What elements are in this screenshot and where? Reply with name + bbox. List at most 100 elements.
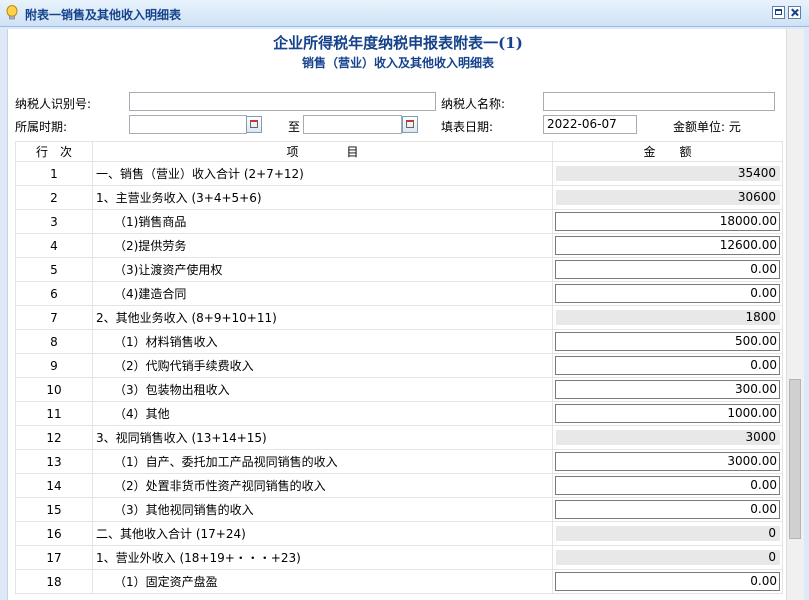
table-row: 18 （1）固定资产盘盈 0.00 (15, 569, 783, 594)
amount-input[interactable]: 0.00 (555, 260, 780, 279)
header-amount: 金 额 (552, 141, 783, 162)
row-number: 10 (15, 377, 93, 402)
row-item-label: （4）其他 (92, 401, 553, 426)
row-item-label: （1)销售商品 (92, 209, 553, 234)
table-row: 15 （3）其他视同销售的收入 0.00 (15, 497, 783, 522)
row-item-label: 二、其他收入合计 (17+24) (92, 521, 553, 546)
fill-date-input[interactable]: 2022-06-07 (543, 115, 637, 134)
row-amount-cell: 0 (552, 545, 783, 570)
taxpayer-id-input[interactable] (129, 92, 436, 111)
table-row: 5 （3)让渡资产使用权 0.00 (15, 257, 783, 282)
table-row: 4 （2)提供劳务 12600.00 (15, 233, 783, 258)
row-number: 3 (15, 209, 93, 234)
row-number: 6 (15, 281, 93, 306)
period-to-input[interactable] (303, 115, 402, 134)
row-item-label: 2、其他业务收入 (8+9+10+11) (92, 305, 553, 330)
row-number: 17 (15, 545, 93, 570)
row-amount-cell: 3000.00 (552, 449, 783, 474)
table-row: 3 （1)销售商品 18000.00 (15, 209, 783, 234)
row-item-label: 3、视同销售收入 (13+14+15) (92, 425, 553, 450)
row-item-label: （1）固定资产盘盈 (92, 569, 553, 594)
form-title: 企业所得税年度纳税申报表附表一(1) (273, 34, 523, 52)
row-amount-cell: 500.00 (552, 329, 783, 354)
amount-input[interactable]: 0.00 (555, 572, 780, 591)
row-number: 7 (15, 305, 93, 330)
row-amount-cell: 35400 (552, 161, 783, 186)
window-titlebar: 附表一销售及其他收入明细表 (0, 0, 809, 27)
row-amount-cell: 30600 (552, 185, 783, 210)
taxpayer-id-label: 纳税人识别号: (15, 97, 92, 111)
row-amount-cell: 0.00 (552, 257, 783, 282)
calendar-icon[interactable] (246, 116, 262, 133)
row-amount-cell: 0.00 (552, 497, 783, 522)
row-amount-cell: 3000 (552, 425, 783, 450)
row-item-label: （2）代购代销手续费收入 (92, 353, 553, 378)
lightbulb-icon (6, 5, 18, 20)
form-panel: 企业所得税年度纳税申报表附表一(1) 销售（营业）收入及其他收入明细表 纳税人识… (7, 29, 786, 600)
period-from-input[interactable] (129, 115, 247, 134)
row-number: 16 (15, 521, 93, 546)
table-body: 1 一、销售（营业）收入合计 (2+7+12) 35400 2 1、主营业务收入 (3+… (15, 161, 783, 594)
row-item-label: （1）自产、委托加工产品视同销售的收入 (92, 449, 553, 474)
calendar-icon[interactable] (402, 116, 418, 133)
row-amount-cell: 0 (552, 521, 783, 546)
amount-total-value: 0 (556, 550, 780, 565)
vertical-scrollbar[interactable] (786, 29, 804, 600)
amount-input[interactable]: 18000.00 (555, 212, 780, 231)
form-subtitle: 销售（营业）收入及其他收入明细表 (301, 56, 494, 70)
table-row: 11 （4）其他 1000.00 (15, 401, 783, 426)
row-amount-cell: 0.00 (552, 473, 783, 498)
amount-input[interactable]: 0.00 (555, 476, 780, 495)
row-number: 18 (15, 569, 93, 594)
row-number: 14 (15, 473, 93, 498)
table-row: 17 1、营业外收入 (18+19+・・・+23) 0 (15, 545, 783, 570)
row-item-label: （4)建造合同 (92, 281, 553, 306)
amount-input[interactable]: 3000.00 (555, 452, 780, 471)
maximize-button[interactable] (772, 6, 785, 19)
fill-date-label: 填表日期: (441, 120, 494, 134)
amount-total-value: 35400 (556, 166, 780, 181)
row-amount-cell: 0.00 (552, 569, 783, 594)
row-item-label: 一、销售（营业）收入合计 (2+7+12) (92, 161, 553, 186)
row-number: 5 (15, 257, 93, 282)
amount-total-value: 3000 (556, 430, 780, 445)
amount-input[interactable]: 12600.00 (555, 236, 780, 255)
amount-input[interactable]: 0.00 (555, 284, 780, 303)
row-amount-cell: 18000.00 (552, 209, 783, 234)
amount-input[interactable]: 300.00 (555, 380, 780, 399)
row-item-label: （3）其他视同销售的收入 (92, 497, 553, 522)
table-row: 2 1、主营业务收入 (3+4+5+6) 30600 (15, 185, 783, 210)
scrollbar-thumb[interactable] (789, 379, 801, 539)
row-amount-cell: 0.00 (552, 281, 783, 306)
amount-input[interactable]: 0.00 (555, 356, 780, 375)
amount-total-value: 0 (556, 526, 780, 541)
amount-unit-label: 金额单位: 元 (673, 120, 741, 134)
row-item-label: 1、营业外收入 (18+19+・・・+23) (92, 545, 553, 570)
table-row: 16 二、其他收入合计 (17+24) 0 (15, 521, 783, 546)
taxpayer-name-input[interactable] (543, 92, 775, 111)
table-row: 7 2、其他业务收入 (8+9+10+11) 1800 (15, 305, 783, 330)
amount-input[interactable]: 500.00 (555, 332, 780, 351)
row-number: 12 (15, 425, 93, 450)
row-amount-cell: 1000.00 (552, 401, 783, 426)
amount-input[interactable]: 0.00 (555, 500, 780, 519)
table-row: 13 （1）自产、委托加工产品视同销售的收入 3000.00 (15, 449, 783, 474)
table-row: 14 （2）处置非货币性资产视同销售的收入 0.00 (15, 473, 783, 498)
amount-total-value: 30600 (556, 190, 780, 205)
table-row: 9 （2）代购代销手续费收入 0.00 (15, 353, 783, 378)
table-row: 6 （4)建造合同 0.00 (15, 281, 783, 306)
row-amount-cell: 300.00 (552, 377, 783, 402)
row-number: 9 (15, 353, 93, 378)
row-item-label: （1）材料销售收入 (92, 329, 553, 354)
amount-total-value: 1800 (556, 310, 780, 325)
row-number: 8 (15, 329, 93, 354)
row-amount-cell: 0.00 (552, 353, 783, 378)
window-title: 附表一销售及其他收入明细表 (25, 8, 182, 22)
amount-input[interactable]: 1000.00 (555, 404, 780, 423)
close-button[interactable] (788, 6, 801, 19)
header-row-number: 行 次 (15, 141, 93, 162)
row-amount-cell: 1800 (552, 305, 783, 330)
row-item-label: （2）处置非货币性资产视同销售的收入 (92, 473, 553, 498)
table-header-row: 行 次 项 目 金 额 (15, 141, 783, 162)
row-number: 4 (15, 233, 93, 258)
